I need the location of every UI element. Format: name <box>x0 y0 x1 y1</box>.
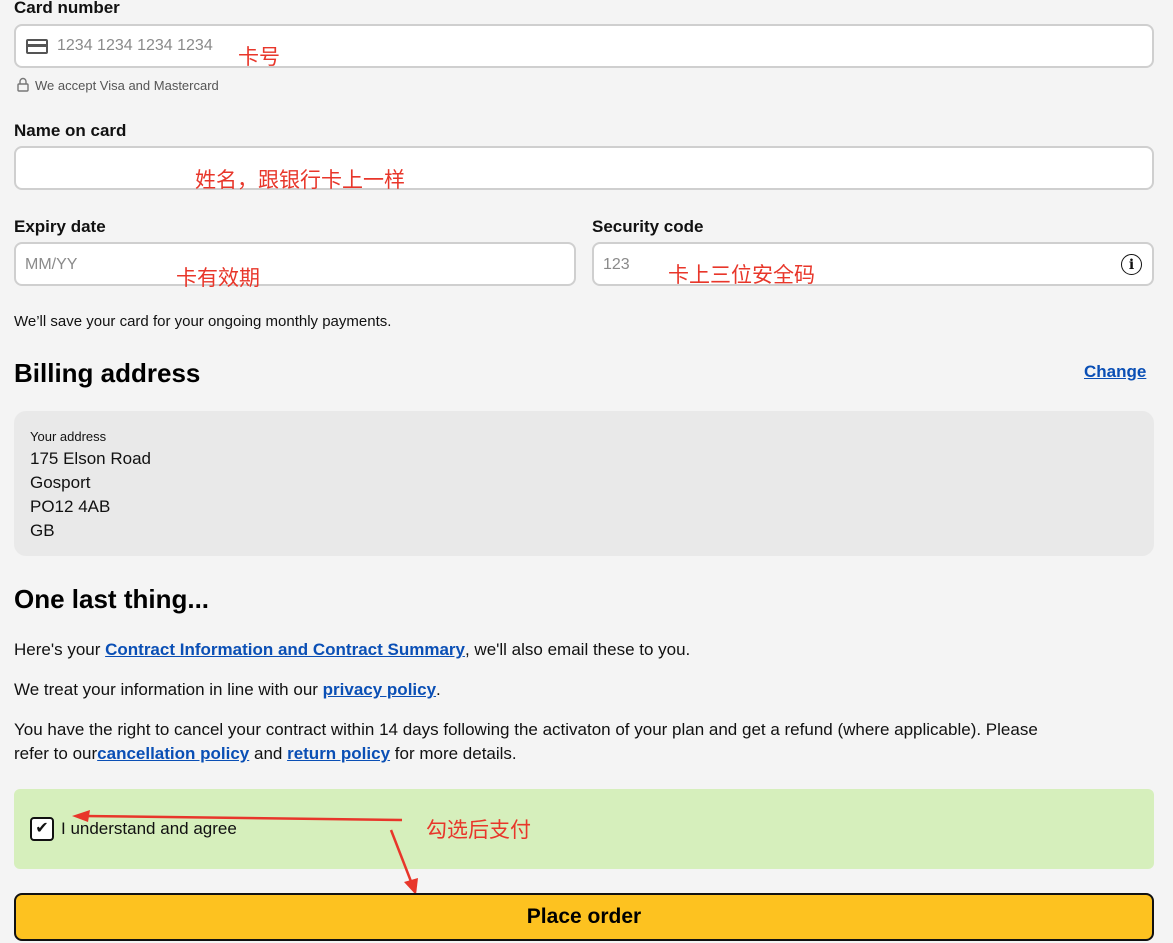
checkout-payment-page: Card number 1234 1234 1234 1234 卡号 We ac… <box>0 0 1173 943</box>
annotation-arrows <box>72 810 418 895</box>
arrow-to-checkbox <box>83 814 403 822</box>
place-order-button[interactable]: Place order <box>14 893 1154 941</box>
arrow-head-checkbox <box>72 810 90 822</box>
arrow-to-button <box>389 829 414 885</box>
